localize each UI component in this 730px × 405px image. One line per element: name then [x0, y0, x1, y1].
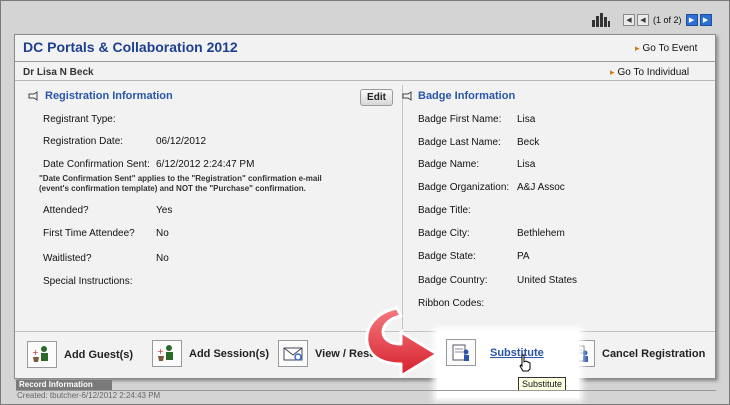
badge-country-value: United States — [517, 275, 578, 286]
pager-text: (1 of 2) — [653, 15, 682, 25]
collapse-icon[interactable] — [402, 91, 414, 101]
red-arrow-icon — [365, 306, 439, 378]
confirmation-note-line1: "Date Confirmation Sent" applies to the … — [39, 174, 322, 183]
badge-name-value: Lisa — [517, 159, 536, 170]
next-page-icon[interactable]: ▶ — [685, 14, 698, 26]
badge-name-label: Badge Name: — [418, 159, 480, 170]
badge-heading[interactable]: Badge Information — [418, 90, 515, 102]
add-guests-label: Add Guest(s) — [64, 348, 134, 361]
registrant-type-label: Registrant Type: — [43, 114, 116, 125]
title-divider — [15, 61, 715, 62]
first-page-icon[interactable]: ◀ — [623, 14, 635, 26]
window-frame: ◀ ◀ (1 of 2) ▶ ▶ DC Portals & Collaborat… — [0, 0, 730, 405]
go-to-event-link[interactable]: Go To Event — [635, 43, 698, 54]
top-toolbar: ◀ ◀ (1 of 2) ▶ ▶ — [1, 1, 729, 31]
badge-last-name-label: Badge Last Name: — [418, 137, 501, 148]
confirmation-note: "Date Confirmation Sent" applies to the … — [39, 174, 359, 194]
badge-last-name-value: Beck — [517, 137, 540, 148]
column-divider — [402, 85, 403, 329]
substitute-icon — [446, 339, 476, 366]
last-page-icon[interactable]: ▶ — [699, 14, 712, 26]
date-confirmation-label: Date Confirmation Sent: — [43, 159, 150, 170]
record-information-heading: Record Information — [16, 380, 112, 390]
badge-country-label: Badge Country: — [418, 275, 488, 286]
badge-first-name-value: Lisa — [517, 114, 536, 125]
cancel-registration-label: Cancel Registration — [602, 347, 706, 360]
attended-value: Yes — [156, 205, 173, 216]
registration-heading[interactable]: Registration Information — [45, 90, 173, 102]
attended-label: Attended? — [43, 205, 89, 216]
hand-cursor-icon — [519, 354, 531, 372]
badge-city-label: Badge City: — [418, 228, 470, 239]
registration-date-value: 06/12/2012 — [156, 136, 207, 147]
collapse-icon[interactable] — [28, 91, 40, 101]
date-confirmation-value: 6/12/2012 2:24:47 PM — [156, 159, 255, 170]
subtitle-divider — [15, 80, 715, 81]
badge-state-label: Badge State: — [418, 251, 476, 262]
confirmation-note-line2: (event's confirmation template) and NOT … — [39, 184, 306, 193]
waitlisted-value: No — [156, 253, 169, 264]
badge-organization-label: Badge Organization: — [418, 182, 510, 193]
badge-state-value: PA — [517, 251, 530, 262]
bar-chart-icon[interactable] — [591, 11, 611, 27]
waitlisted-label: Waitlisted? — [43, 253, 92, 264]
substitute-link[interactable]: Substitute — [490, 347, 544, 359]
first-time-label: First Time Attendee? — [43, 228, 135, 239]
email-icon — [278, 340, 308, 367]
person-name: Dr Lisa N Beck — [23, 67, 94, 78]
prev-page-icon[interactable]: ◀ — [637, 14, 649, 26]
add-session-icon: + — [152, 340, 182, 367]
badge-organization-value: A&J Assoc — [517, 182, 565, 193]
badge-title-label: Badge Title: — [418, 205, 471, 216]
svg-text:+: + — [157, 347, 164, 356]
go-to-individual-link[interactable]: Go To Individual — [610, 67, 690, 78]
svg-text:+: + — [32, 348, 39, 357]
add-guests-button[interactable]: + Add Guest(s) — [27, 341, 133, 368]
edit-button[interactable]: Edit — [360, 89, 393, 106]
substitute-tooltip: Substitute — [518, 377, 567, 391]
cancel-registration-button[interactable]: Cancel Registration — [565, 340, 705, 367]
event-title: DC Portals & Collaboration 2012 — [23, 39, 238, 55]
add-sessions-button[interactable]: + Add Session(s) — [152, 340, 269, 367]
badge-city-value: Bethlehem — [517, 228, 565, 239]
badge-first-name-label: Badge First Name: — [418, 114, 502, 125]
first-time-value: No — [156, 228, 169, 239]
special-instructions-label: Special Instructions: — [43, 276, 133, 287]
record-pager: ◀ ◀ (1 of 2) ▶ ▶ — [623, 13, 712, 27]
add-sessions-label: Add Session(s) — [189, 347, 270, 360]
created-info: Created: tbutcher-6/12/2012 2:24:43 PM — [17, 391, 161, 400]
registration-date-label: Registration Date: — [43, 136, 124, 147]
add-guest-icon: + — [27, 341, 57, 368]
